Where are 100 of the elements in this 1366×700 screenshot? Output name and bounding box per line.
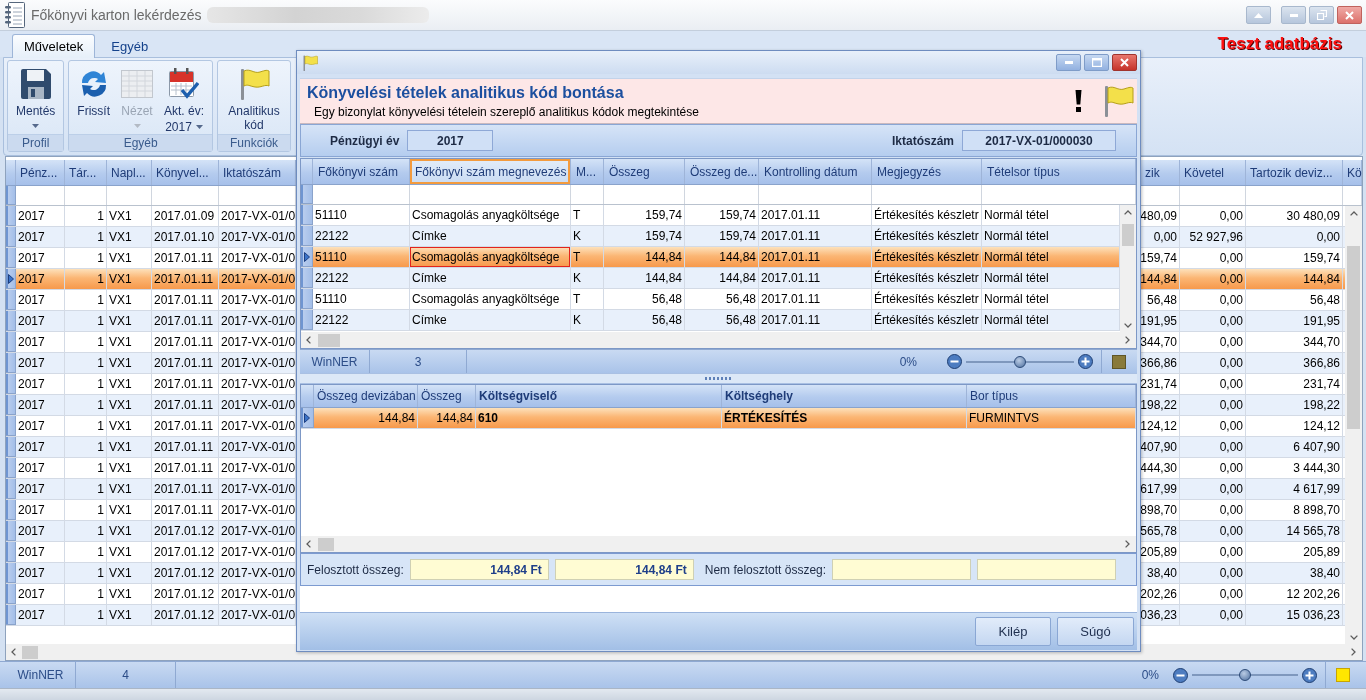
filter-field[interactable] <box>685 185 759 204</box>
close-icon <box>1345 10 1354 20</box>
table-cell: 1 <box>65 500 107 520</box>
filter-field[interactable] <box>982 185 1136 204</box>
scrollbar-thumb[interactable] <box>318 537 334 551</box>
filter-field[interactable] <box>604 185 685 204</box>
table-cell: Értékesítés készletr <box>872 310 982 330</box>
filter-field[interactable] <box>571 185 604 204</box>
table-cell: ÉRTÉKESÍTÉS <box>722 408 967 428</box>
table-cell: 2017.01.11 <box>152 437 219 457</box>
row-header[interactable] <box>301 247 313 267</box>
column-header[interactable]: Összeg devizában <box>314 385 418 407</box>
column-header[interactable]: Tár... <box>65 160 107 185</box>
table-cell: Értékesítés készletr <box>872 226 982 246</box>
column-header[interactable]: Főkönyvi szám <box>313 159 410 184</box>
table-cell: VX1 <box>107 458 152 478</box>
row-header[interactable] <box>301 408 314 428</box>
column-header[interactable]: Iktatószám <box>219 160 296 185</box>
table-cell: 159,74 <box>685 226 759 246</box>
column-header[interactable]: Összeg <box>418 385 476 407</box>
table-cell: Csomagolás anyagköltsége <box>410 289 571 309</box>
column-header[interactable]: Összeg de... <box>685 159 759 184</box>
table-row[interactable]: 51110 Csomagolás anyagköltsége T 56,48 56,48 2017.01.11 Értékesítés készletr Normál tétel <box>301 289 1120 310</box>
column-header[interactable]: Könyvel... <box>152 160 219 185</box>
row-header[interactable] <box>6 269 16 289</box>
column-header[interactable]: Tartozik deviz... <box>1246 160 1343 185</box>
table-cell: 2017 <box>16 584 65 604</box>
vertical-scrollbar[interactable] <box>1345 206 1362 644</box>
minimize-button[interactable] <box>1281 6 1306 24</box>
table-row[interactable]: 22122 Címke K 56,48 56,48 2017.01.11 Értékesítés készletr Normál tétel <box>301 310 1120 331</box>
table-row[interactable]: 51110 Csomagolás anyagköltsége T 159,74 159,74 2017.01.11 Értékesítés készletr Normál tétel <box>301 205 1120 226</box>
restore-icon <box>1316 10 1327 20</box>
column-header[interactable]: Főkönyvi szám megnevezés <box>410 159 571 184</box>
scrollbar-thumb[interactable] <box>1347 246 1360 429</box>
filter-field[interactable] <box>872 185 982 204</box>
scrollbar-thumb[interactable] <box>1122 224 1134 246</box>
column-header[interactable]: Költségviselő <box>476 385 722 407</box>
table-row[interactable]: 51110 Csomagolás anyagköltsége T 144,84 144,84 2017.01.11 Értékesítés készletr Normál tétel <box>301 247 1120 268</box>
column-header[interactable]: zik <box>1141 160 1180 185</box>
table-cell: Csomagolás anyagköltsége <box>410 205 571 225</box>
horizontal-scrollbar[interactable] <box>301 332 1136 348</box>
filter-field[interactable] <box>759 185 872 204</box>
filter-field[interactable] <box>313 185 410 204</box>
column-header[interactable]: Összeg <box>604 159 685 184</box>
collapse-ribbon-button[interactable] <box>1246 6 1271 24</box>
minimize-button[interactable] <box>1056 54 1081 71</box>
column-header[interactable]: Kö <box>1343 160 1362 185</box>
close-button[interactable] <box>1337 6 1362 24</box>
help-button[interactable]: Súgó <box>1057 617 1134 646</box>
ribbon-tab[interactable]: Egyéb <box>99 34 161 58</box>
year-button[interactable]: Akt. év: 2017 <box>159 63 210 134</box>
table-cell: 52 927,96 <box>1180 227 1246 247</box>
chevron-down-icon <box>1124 323 1132 328</box>
column-header[interactable]: Megjegyzés <box>872 159 982 184</box>
table-cell: 2017.01.12 <box>152 521 219 541</box>
scrollbar-thumb[interactable] <box>22 645 38 659</box>
scrollbar-thumb[interactable] <box>318 333 340 347</box>
column-header[interactable]: Követel <box>1180 160 1246 185</box>
zoom-percent: 0% <box>1141 668 1159 682</box>
table-cell: VX1 <box>107 584 152 604</box>
table-cell: 2017 <box>16 416 65 436</box>
minimize-icon <box>1289 13 1298 17</box>
column-header[interactable]: Költséghely <box>722 385 967 407</box>
horizontal-scrollbar[interactable] <box>301 536 1136 552</box>
table-cell: 2017.01.11 <box>152 290 219 310</box>
close-button[interactable] <box>1112 54 1137 71</box>
column-header[interactable]: Pénz... <box>16 160 65 185</box>
caret-right-icon <box>303 251 310 262</box>
column-header[interactable]: Napl... <box>107 160 152 185</box>
table-cell: VX1 <box>107 479 152 499</box>
ribbon-tab[interactable]: Műveletek <box>12 34 96 58</box>
save-button[interactable]: Mentés <box>11 63 61 134</box>
column-header[interactable]: M... <box>571 159 604 184</box>
column-header[interactable]: Kontrolling dátum <box>759 159 872 184</box>
table-cell: 1 <box>65 584 107 604</box>
refresh-button[interactable]: Frissít <box>72 63 116 134</box>
table-cell: 2017.01.11 <box>152 332 219 352</box>
filter-field[interactable] <box>410 185 571 204</box>
table-cell: Címke <box>410 310 571 330</box>
table-cell: T <box>571 247 604 267</box>
table-cell: 205,89 <box>1246 542 1343 562</box>
chevron-left-icon <box>306 336 311 344</box>
slider-thumb[interactable] <box>1014 355 1026 368</box>
exit-button[interactable]: Kilép <box>975 617 1051 646</box>
slider-thumb[interactable] <box>1239 669 1251 681</box>
vertical-scrollbar[interactable] <box>1120 205 1136 332</box>
table-cell: 144,84 <box>418 408 476 428</box>
close-icon <box>1120 58 1129 67</box>
table-row[interactable]: 22122 Címke K 159,74 159,74 2017.01.11 Értékesítés készletr Normál tétel <box>301 226 1120 247</box>
table-cell: 2017 <box>16 227 65 247</box>
restore-button[interactable] <box>1309 6 1334 24</box>
table-row[interactable]: 22122 Címke K 144,84 144,84 2017.01.11 Értékesítés készletr Normál tétel <box>301 268 1120 289</box>
table-cell: 0,00 <box>1180 332 1246 352</box>
analytic-code-button[interactable]: Analitikus kód <box>221 63 288 134</box>
caret-right-icon <box>304 412 310 423</box>
column-header[interactable]: Bor típus <box>967 385 1136 407</box>
plus-circle-icon <box>1302 667 1317 683</box>
splitter-bar[interactable] <box>300 373 1137 384</box>
column-header[interactable]: Tételsor típus <box>982 159 1136 184</box>
table-row[interactable]: 144,84 144,84 610 ÉRTÉKESÍTÉS FURMINTVS <box>301 408 1136 429</box>
